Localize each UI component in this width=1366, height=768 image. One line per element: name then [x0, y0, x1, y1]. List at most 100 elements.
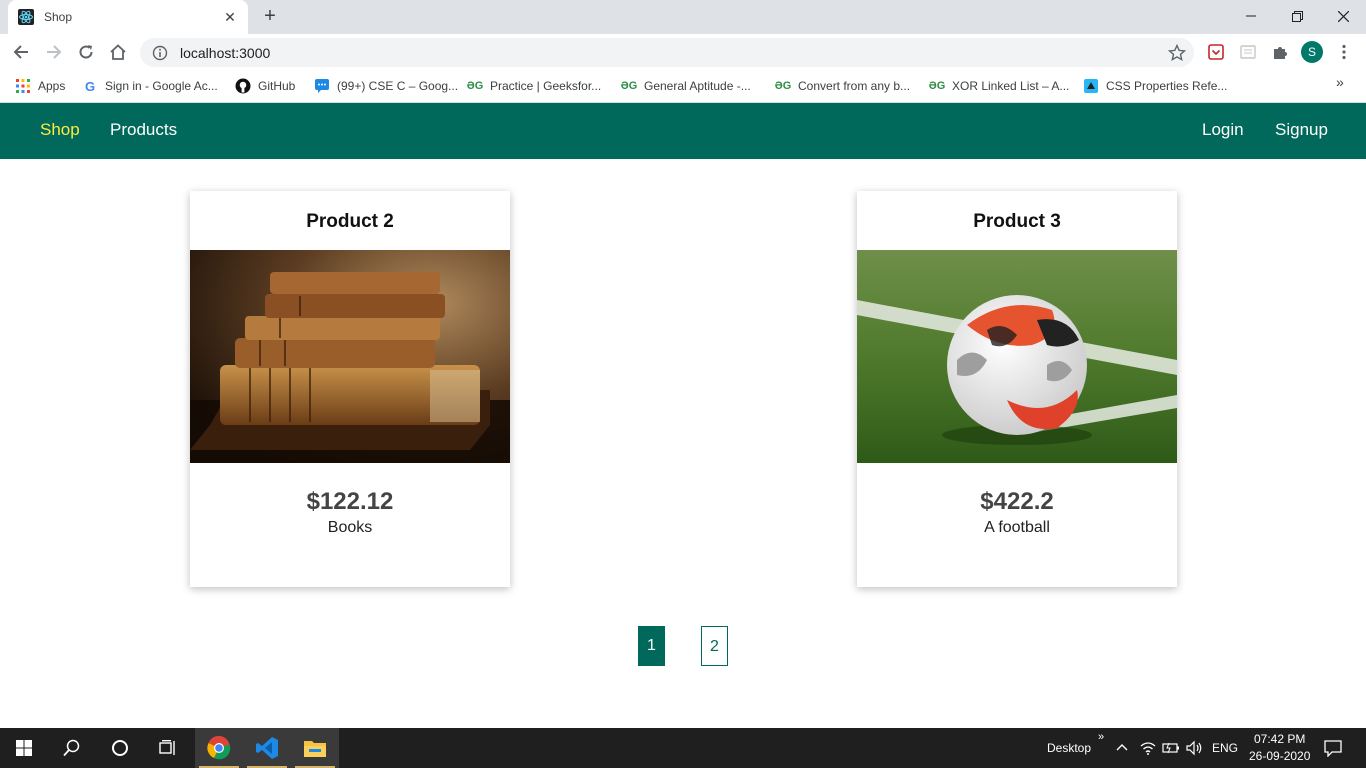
product-card[interactable]: Product 2 $122.12 Books [190, 191, 510, 587]
google-chat-icon [315, 79, 329, 93]
chrome-icon [207, 736, 231, 760]
vscode-icon [256, 737, 278, 759]
bookmark-label: Apps [38, 79, 66, 93]
puzzle-extensions-icon[interactable] [1270, 42, 1290, 62]
restore-button[interactable] [1274, 0, 1320, 32]
forward-button[interactable] [42, 40, 66, 64]
bookmark-label: GitHub [258, 79, 296, 93]
geeksforgeeks-icon: ƏG [620, 80, 638, 92]
bookmarks-overflow-icon[interactable]: » [1336, 74, 1344, 90]
search-button[interactable] [48, 728, 96, 768]
product-price: $122.12 [306, 488, 394, 515]
bookmark-gfg-aptitude[interactable]: ƏG General Aptitude -... [621, 76, 751, 96]
apps-grid-icon [16, 79, 30, 93]
extension-icon[interactable] [1238, 42, 1258, 62]
notification-icon[interactable] [1324, 739, 1342, 757]
reload-icon [79, 45, 93, 59]
bookmark-gfg-convert[interactable]: ƏG Convert from any b... [775, 76, 910, 96]
arrow-right-icon [47, 45, 62, 59]
geeksforgeeks-icon: ƏG [928, 80, 946, 92]
bookmark-gfg-xor[interactable]: ƏG XOR Linked List – A... [928, 76, 1070, 96]
minimize-button[interactable] [1228, 0, 1274, 32]
language-indicator[interactable]: ENG [1212, 741, 1238, 755]
nav-signup-link[interactable]: Signup [1275, 120, 1328, 140]
pocket-extension-icon[interactable] [1206, 42, 1226, 62]
bookmark-gfg-practice[interactable]: ƏG Practice | Geeksfor... [467, 76, 601, 96]
bookmark-github[interactable]: GitHub [235, 76, 295, 96]
reload-button[interactable] [74, 40, 98, 64]
geeksforgeeks-icon: ƏG [774, 80, 792, 92]
browser-tab-strip: Shop ✕ + [0, 0, 1366, 34]
bookmarks-bar: Apps G Sign in - Google Ac... GitHub (99… [0, 70, 1366, 103]
browser-toolbar: localhost:3000 S [0, 34, 1366, 70]
clock-date[interactable]: 26-09-2020 [1249, 749, 1310, 763]
browser-tab[interactable]: Shop ✕ [8, 0, 248, 34]
folder-icon [304, 741, 326, 757]
product-description: A football [984, 519, 1050, 536]
arrow-left-icon [13, 45, 28, 59]
task-view-button[interactable] [144, 728, 192, 768]
close-window-button[interactable] [1320, 0, 1366, 32]
product-title: Product 2 [306, 211, 394, 232]
url-text[interactable]: localhost:3000 [180, 45, 1168, 61]
battery-icon[interactable] [1162, 741, 1180, 755]
back-button[interactable] [9, 40, 33, 64]
close-tab-icon[interactable]: ✕ [222, 9, 238, 26]
desktop-toolbar-chevron-icon[interactable]: » [1098, 731, 1104, 743]
nav-login-link[interactable]: Login [1202, 120, 1244, 140]
product-price: $422.2 [980, 488, 1054, 515]
bookmark-label: Convert from any b... [798, 79, 911, 93]
bookmark-label: CSS Properties Refe... [1106, 79, 1228, 93]
close-icon [1337, 10, 1349, 22]
css-ref-icon [1084, 79, 1098, 93]
bookmark-label: (99+) CSE C – Goog... [337, 79, 459, 93]
wifi-icon[interactable] [1140, 741, 1156, 755]
menu-kebab-icon[interactable] [1334, 42, 1354, 62]
desktop-toolbar-label[interactable]: Desktop [1047, 741, 1091, 755]
taskbar-file-explorer[interactable] [291, 728, 339, 768]
taskbar-chrome[interactable] [195, 728, 243, 768]
product-title: Product 3 [973, 211, 1061, 232]
react-icon [18, 9, 34, 25]
task-view-icon [159, 740, 175, 755]
product-description: Books [327, 519, 373, 536]
taskbar-vscode[interactable] [243, 728, 291, 768]
page-button-1[interactable]: 1 [638, 626, 665, 666]
volume-icon[interactable] [1186, 740, 1204, 756]
bookmark-label: Sign in - Google Ac... [105, 79, 218, 93]
google-icon: G [84, 78, 96, 94]
page-button-2[interactable]: 2 [701, 626, 728, 666]
bookmark-cse-chat[interactable]: (99+) CSE C – Goog... [314, 76, 458, 96]
bookmark-css-ref[interactable]: CSS Properties Refe... [1083, 76, 1227, 96]
nav-products-link[interactable]: Products [110, 120, 177, 140]
geeksforgeeks-icon: ƏG [466, 80, 484, 92]
cortana-button[interactable] [96, 728, 144, 768]
home-icon [110, 44, 126, 60]
bookmark-star-icon[interactable] [1168, 43, 1186, 62]
nav-shop-link[interactable]: Shop [40, 120, 80, 140]
restore-icon [1291, 10, 1303, 22]
product-card[interactable]: Product 3 $422.2 A football [857, 191, 1177, 587]
bookmark-label: General Aptitude -... [644, 79, 751, 93]
address-bar[interactable]: localhost:3000 [140, 38, 1194, 67]
tab-title: Shop [44, 10, 73, 24]
cortana-circle-icon [112, 740, 128, 756]
windows-taskbar: Desktop » ENG 07:42 PM 26-09-2020 [0, 728, 1366, 768]
profile-avatar[interactable]: S [1301, 41, 1323, 63]
start-button[interactable] [0, 728, 48, 768]
main-navbar: Shop Products Login Signup [0, 103, 1366, 159]
bookmark-apps[interactable]: Apps [15, 76, 65, 96]
chevron-up-icon[interactable] [1116, 742, 1128, 752]
product-image-books [190, 250, 510, 463]
github-icon [235, 78, 251, 94]
info-icon[interactable] [152, 45, 168, 61]
bookmark-google-signin[interactable]: G Sign in - Google Ac... [82, 76, 218, 96]
new-tab-button[interactable]: + [258, 6, 282, 28]
product-image-football [857, 250, 1177, 463]
minimize-icon [1246, 15, 1256, 17]
search-icon [63, 739, 80, 757]
bookmark-label: Practice | Geeksfor... [490, 79, 602, 93]
home-button[interactable] [106, 40, 130, 64]
windows-logo-icon [16, 740, 32, 756]
clock-time[interactable]: 07:42 PM [1254, 732, 1305, 746]
